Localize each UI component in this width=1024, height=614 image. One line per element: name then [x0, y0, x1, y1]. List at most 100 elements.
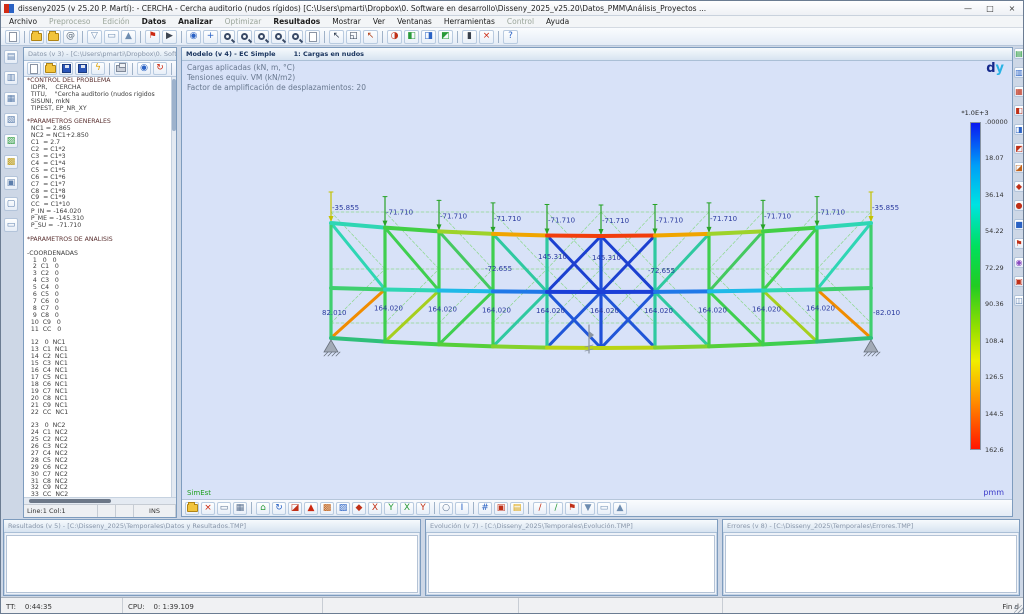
render-view-icon[interactable]: ▩: [320, 502, 334, 515]
zoom-out-icon[interactable]: [237, 30, 252, 44]
check-icon[interactable]: ⚑: [1014, 238, 1024, 249]
query-entity-icon[interactable]: ↖: [363, 30, 378, 44]
evolucion-titlebar[interactable]: Evolución (v 7) - [C:\Disseny_2025\Tempo…: [426, 520, 717, 533]
minimize-button[interactable]: —: [957, 2, 979, 14]
menu-item-herramientas[interactable]: Herramientas: [438, 17, 501, 26]
open-copy-icon[interactable]: [46, 30, 61, 44]
zoom-extents-icon[interactable]: [271, 30, 286, 44]
deformed-shape-icon[interactable]: ◧: [404, 30, 419, 44]
delete-icon[interactable]: ×: [479, 30, 494, 44]
settings-icon[interactable]: ▭: [4, 218, 18, 232]
tables-icon[interactable]: ▤: [1014, 48, 1024, 59]
resultados-content[interactable]: [6, 535, 418, 593]
wireframe-view-icon[interactable]: ▨: [336, 502, 350, 515]
resize-grip[interactable]: [1014, 605, 1023, 614]
rotate-view-icon[interactable]: ↻: [272, 502, 286, 515]
axes-y-icon[interactable]: Y: [384, 502, 398, 515]
zoom-window-icon[interactable]: [254, 30, 269, 44]
result-maps-icon[interactable]: ◑: [387, 30, 402, 44]
open-file-icon[interactable]: [43, 62, 57, 75]
camera-icon[interactable]: ◫: [1014, 295, 1024, 306]
save-icon[interactable]: [59, 62, 73, 75]
tile-windows-icon[interactable]: ▭: [104, 30, 119, 44]
pan-view-icon[interactable]: +: [203, 30, 218, 44]
menu-item-ayuda[interactable]: Ayuda: [540, 17, 575, 26]
window-icon[interactable]: ▭: [597, 502, 611, 515]
save-as-icon[interactable]: [75, 62, 89, 75]
menu-item-ventanas[interactable]: Ventanas: [391, 17, 438, 26]
check-data-icon[interactable]: ◉: [137, 62, 151, 75]
force-diagrams-icon[interactable]: ◨: [421, 30, 436, 44]
menu-item-archivo[interactable]: Archivo: [3, 17, 43, 26]
optimize-icon[interactable]: ◉: [1014, 257, 1024, 268]
modes-icon[interactable]: ●: [1014, 200, 1024, 211]
loads-icon[interactable]: ▨: [4, 134, 18, 148]
draw-red-icon[interactable]: /: [533, 502, 547, 515]
legend-icon[interactable]: ▤: [510, 502, 524, 515]
reactions-icon[interactable]: ◪: [1014, 162, 1024, 173]
continue-run-icon[interactable]: ▶: [162, 30, 177, 44]
print-preview-icon[interactable]: [305, 30, 320, 44]
menu-item-resultados[interactable]: Resultados: [267, 17, 326, 26]
duplicate-view-icon[interactable]: ▭: [217, 502, 231, 515]
model-window-titlebar[interactable]: Modelo (v 4) - EC Simple 1: Cargas en nu…: [182, 48, 1012, 61]
nodes-display-icon[interactable]: ○: [439, 502, 453, 515]
grid-icon[interactable]: ▦: [233, 502, 247, 515]
displacements-icon[interactable]: ◩: [1014, 143, 1024, 154]
open-file-icon[interactable]: [29, 30, 44, 44]
zoom-previous-icon[interactable]: [288, 30, 303, 44]
maximize-button[interactable]: □: [979, 2, 1001, 14]
local-x-icon[interactable]: X: [400, 502, 414, 515]
title-bar[interactable]: disseny2025 (v 25.20 P. Martí): - CERCHA…: [1, 1, 1024, 16]
sections-display-icon[interactable]: I: [455, 502, 469, 515]
datos-horizontal-scrollbar[interactable]: [24, 497, 176, 504]
quick-run-icon[interactable]: ϟ: [91, 62, 105, 75]
close-view-icon[interactable]: ×: [201, 502, 215, 515]
shrink-elements-icon[interactable]: ◆: [352, 502, 366, 515]
export-icon[interactable]: ▥: [1014, 67, 1024, 78]
solid-view-icon[interactable]: ▲: [304, 502, 318, 515]
evolucion-content[interactable]: [428, 535, 715, 593]
datos-editor[interactable]: *CONTROL DEL PROBLEMA IDPR, CERCHA TITU,…: [24, 77, 171, 497]
collapse-windows-icon[interactable]: ▽: [87, 30, 102, 44]
print-icon[interactable]: [114, 62, 128, 75]
select-node-icon[interactable]: ↖: [329, 30, 344, 44]
results-icon[interactable]: ▣: [4, 176, 18, 190]
menu-item-ver[interactable]: Ver: [367, 17, 391, 26]
address-book-icon[interactable]: @: [63, 30, 78, 44]
orbit-view-icon[interactable]: ◉: [186, 30, 201, 44]
combinations-icon[interactable]: ▩: [4, 155, 18, 169]
resultados-titlebar[interactable]: Resultados (v 5) - [C:\Disseny_2025\Temp…: [4, 520, 420, 533]
animation-icon[interactable]: ◩: [438, 30, 453, 44]
flags-icon[interactable]: ⚑: [565, 502, 579, 515]
design-icon[interactable]: ■: [1014, 219, 1024, 230]
reload-icon[interactable]: ↻: [153, 62, 167, 75]
numbering-icon[interactable]: #: [478, 502, 492, 515]
help-icon[interactable]: ?: [503, 30, 518, 44]
datos-window-titlebar[interactable]: Datos (v 3) - [C:\Users\pmarti\Dropbox\0…: [24, 48, 176, 61]
new-file-icon[interactable]: [5, 30, 20, 44]
up-icon[interactable]: ▲: [613, 502, 627, 515]
sections-icon[interactable]: ▧: [4, 113, 18, 127]
menu-item-analizar[interactable]: Analizar: [172, 17, 218, 26]
project-tree-icon[interactable]: ▤: [4, 50, 18, 64]
draw-green-icon[interactable]: /: [549, 502, 563, 515]
model-viewport[interactable]: Cargas aplicadas (kN, m, °C) Tensiones e…: [182, 61, 1012, 499]
errores-content[interactable]: [725, 535, 1017, 593]
reports-icon[interactable]: ▢: [4, 197, 18, 211]
data-files-icon[interactable]: ▥: [4, 71, 18, 85]
notes-icon[interactable]: ▣: [1014, 276, 1024, 287]
new-file-icon[interactable]: [27, 62, 41, 75]
section-view-icon[interactable]: ◪: [288, 502, 302, 515]
select-window-icon[interactable]: ◱: [346, 30, 361, 44]
envelopes-icon[interactable]: ◆: [1014, 181, 1024, 192]
console-icon[interactable]: ▮: [462, 30, 477, 44]
stresses-icon[interactable]: ◨: [1014, 124, 1024, 135]
expand-windows-icon[interactable]: ▲: [121, 30, 136, 44]
close-button[interactable]: ×: [1001, 2, 1023, 14]
load-case-icon[interactable]: [185, 502, 199, 515]
datos-vertical-scrollbar[interactable]: [171, 77, 176, 497]
materials-icon[interactable]: ▦: [4, 92, 18, 106]
menu-item-mostrar[interactable]: Mostrar: [326, 17, 367, 26]
run-analysis-icon[interactable]: ⚑: [145, 30, 160, 44]
